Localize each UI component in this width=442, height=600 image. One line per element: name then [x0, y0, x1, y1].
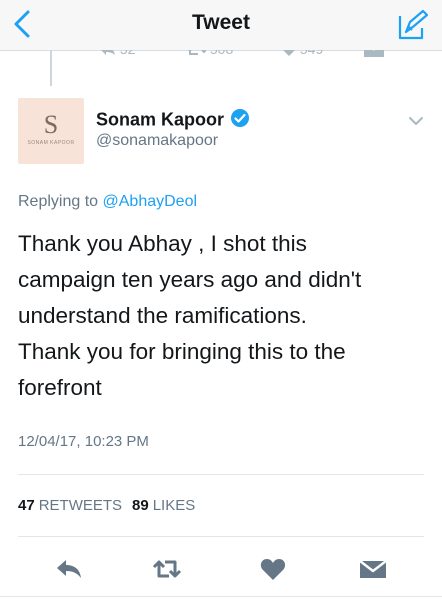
divider	[18, 474, 424, 475]
previous-retweet-count: 508	[187, 50, 233, 57]
compose-icon[interactable]	[396, 8, 430, 42]
avatar[interactable]: S SONAM KAPOOR	[18, 98, 84, 164]
heart-icon	[282, 50, 296, 57]
heart-icon[interactable]	[258, 554, 288, 584]
tweet-text-line: Thank you for bringing this to the	[18, 339, 346, 364]
direct-message-icon[interactable]	[358, 554, 388, 584]
avatar-caption: SONAM KAPOOR	[27, 140, 75, 146]
tweet-text-line: campaign ten years ago and didn't	[18, 267, 362, 292]
author-name[interactable]: Sonam Kapoor	[96, 108, 250, 133]
likes-label: LIKES	[152, 497, 196, 514]
previous-tweet-actions: 52 508 549	[0, 50, 442, 72]
tweet-text-line: understand the ramifications.	[18, 303, 307, 328]
engagement-counts: 47 RETWEETS 89 LIKES	[18, 497, 195, 514]
previous-message-icon	[364, 50, 384, 58]
previous-like-count: 549	[282, 50, 323, 57]
likes-count: 89	[132, 497, 149, 514]
divider	[0, 596, 442, 597]
reply-icon	[101, 50, 115, 56]
tweet-text: Thank you Abhay , I shot this campaign t…	[18, 226, 423, 406]
tweet-timestamp: 12/04/17, 10:23 PM	[18, 433, 149, 450]
reply-icon[interactable]	[54, 554, 84, 584]
navigation-bar: Tweet	[0, 0, 442, 51]
retweets-count-link[interactable]: 47 RETWEETS	[18, 497, 122, 514]
retweets-label: RETWEETS	[38, 497, 123, 514]
retweet-icon	[187, 50, 207, 56]
replying-to-prefix: Replying to	[18, 193, 99, 210]
author-handle[interactable]: @sonamakapoor	[96, 132, 218, 150]
retweet-icon[interactable]	[152, 554, 182, 584]
thread-connector-line	[50, 50, 52, 86]
caret-down-icon[interactable]	[408, 113, 424, 129]
author-name-text: Sonam Kapoor	[96, 109, 225, 130]
retweets-count: 47	[18, 497, 35, 514]
tweet-action-bar	[0, 550, 442, 590]
verified-badge-icon	[230, 108, 250, 133]
tweet-text-line: Thank you Abhay , I shot this	[18, 231, 307, 256]
divider	[18, 536, 424, 537]
tweet-text-line: forefront	[18, 375, 102, 400]
page-title: Tweet	[192, 11, 250, 34]
replying-to-line: Replying to @AbhayDeol	[18, 193, 197, 211]
avatar-initial: S	[43, 110, 59, 139]
replying-to-mention[interactable]: @AbhayDeol	[103, 193, 198, 210]
likes-count-link[interactable]: 89 LIKES	[132, 497, 195, 514]
previous-reply-count: 52	[100, 50, 135, 57]
